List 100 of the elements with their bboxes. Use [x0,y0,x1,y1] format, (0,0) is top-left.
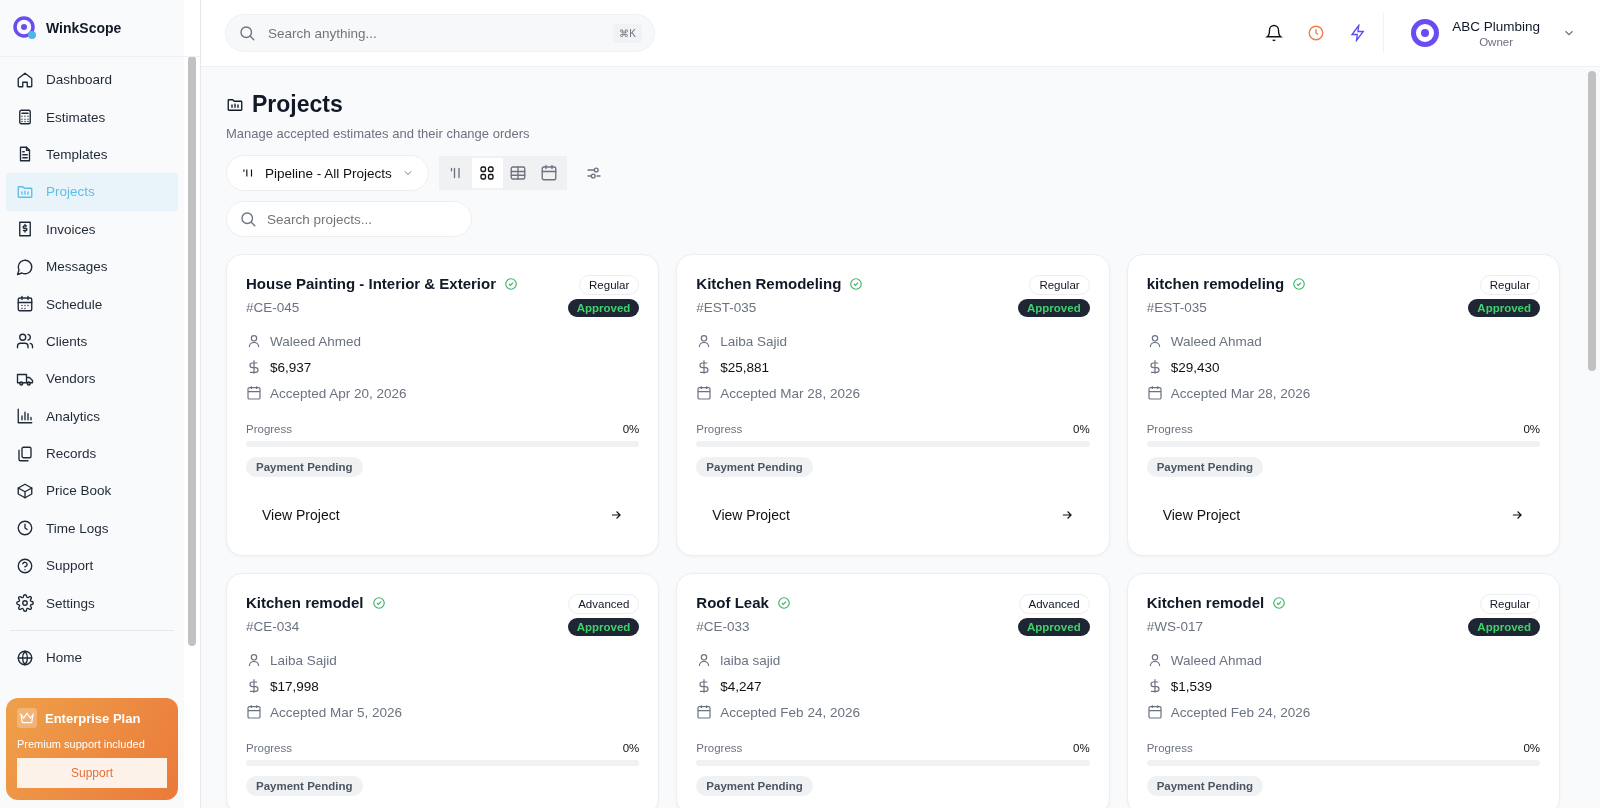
nav-item[interactable]: Schedule [6,285,178,323]
files-icon [16,444,34,463]
progress-percent: 0% [1523,423,1540,435]
check-circle-icon [371,595,386,610]
bell-icon[interactable] [1265,24,1284,42]
status-tag: Approved [1468,299,1540,317]
payment-tag: Payment Pending [1146,457,1264,477]
nav-item[interactable]: Support [6,547,178,585]
progress-label: Progress [696,423,743,435]
project-code: #CE-034 [246,619,301,634]
search-bar[interactable]: Search projects... [226,201,472,237]
scrollbar-thumb[interactable] [188,56,196,646]
search-field[interactable]: Search projects... [265,210,459,228]
account-name: ABC Plumbing [1452,18,1540,34]
search-icon [238,24,256,42]
shortcut-hint: ⌘K [613,23,642,43]
payment-tag: Payment Pending [246,776,363,796]
nav-item[interactable]: Price Book [6,472,178,510]
dollar-icon [246,678,262,694]
nav-item[interactable]: Analytics [6,397,178,435]
calendar-icon [246,385,262,401]
nav-item[interactable]: Home [6,638,178,677]
nav-item[interactable]: Estimates [6,98,178,136]
search-icon [239,210,257,228]
clock-icon [16,519,34,538]
check-circle-icon [1292,276,1307,291]
house-icon [16,70,34,89]
client-name: Waleed Ahmad [1170,333,1262,349]
page-subtitle: Manage accepted estimates and their change orders [226,126,531,141]
grid-icon[interactable] [471,158,503,188]
calendar-icon [1146,385,1163,401]
project-title: Roof Leak [696,594,769,611]
project-code: #CE-033 [696,619,751,634]
view-project-button[interactable]: View Project [1146,477,1540,537]
nav-item[interactable]: Time Logs [6,509,178,548]
search-bar[interactable]: Search anything... ⌘K [225,14,655,52]
check-circle-icon [1272,595,1287,610]
nav-item[interactable]: Vendors [6,360,178,398]
progress-label: Progress [1146,742,1193,754]
payment-tag: Payment Pending [696,776,813,796]
project-code: #WS-017 [1146,619,1204,634]
check-circle-icon [776,595,791,610]
calendar-icon [246,704,262,720]
nav-item[interactable]: Invoices [6,210,178,248]
client-name: Laiba Sajid [270,652,337,668]
project-title: Kitchen remodel [1146,594,1265,611]
account-role: Owner [1478,35,1515,48]
progress-percent: 0% [1073,423,1090,435]
progress-label: Progress [1146,423,1193,435]
status-tag: Approved [1018,618,1090,636]
project-code: #EST-035 [696,300,758,315]
calendar-icon [696,385,713,401]
check-circle-icon [849,276,864,291]
calendar-icon [16,295,34,314]
box-icon [16,482,34,500]
clock-icon[interactable] [1307,24,1326,42]
amount: $25,881 [720,359,770,375]
accepted-date: Accepted Mar 5, 2026 [270,704,403,720]
scrollbar-thumb[interactable] [1588,71,1596,371]
dollar-icon [246,359,262,375]
nav-item[interactable]: Settings [6,584,178,622]
project-title: House Painting - Interior & Exterior [246,275,497,292]
payment-tag: Payment Pending [246,457,363,477]
status-tag: Approved [1018,299,1090,317]
accepted-date: Accepted Mar 28, 2026 [720,385,860,401]
nav-item[interactable]: Templates [6,135,178,174]
amount: $29,430 [1170,359,1220,375]
progress-label: Progress [696,742,743,754]
progress-label: Progress [246,742,293,754]
amount: $6,937 [270,359,312,375]
logo-icon [12,15,38,41]
logo-icon [1410,18,1441,48]
status-tag: Approved [567,618,640,636]
users-icon [16,332,34,351]
accepted-date: Accepted Feb 24, 2026 [720,704,860,720]
project-title: Kitchen Remodeling [696,275,842,292]
calculator-icon [16,108,34,127]
status-tag: Approved [567,299,640,317]
pipeline-dropdown[interactable]: Pipeline - All Projects [226,155,429,191]
nav-item[interactable]: Messages [6,247,178,286]
project-title: Kitchen remodel [246,594,364,611]
nav-item[interactable]: Records [6,434,178,473]
brand-name: WinkScope [46,20,122,36]
crown-icon [17,708,37,728]
status-tag: Approved [1468,618,1540,636]
help-icon [16,556,34,575]
amount: $4,247 [720,678,762,694]
progress-percent: 0% [1523,742,1540,754]
page-title: Projects [252,91,343,118]
amount: $1,539 [1170,678,1212,694]
accepted-date: Accepted Feb 24, 2026 [1170,704,1311,720]
view-project-button[interactable]: View Project [246,477,640,537]
progress-label: Progress [246,423,293,435]
nav-item[interactable]: Dashboard [6,61,178,99]
project-title: kitchen remodeling [1146,275,1285,292]
client-name: Waleed Ahmad [1170,652,1262,668]
search-field[interactable]: Search anything... [266,24,604,42]
calendar-icon [696,704,713,720]
view-project-button[interactable]: View Project [696,477,1090,537]
nav-item[interactable]: Clients [6,322,178,361]
